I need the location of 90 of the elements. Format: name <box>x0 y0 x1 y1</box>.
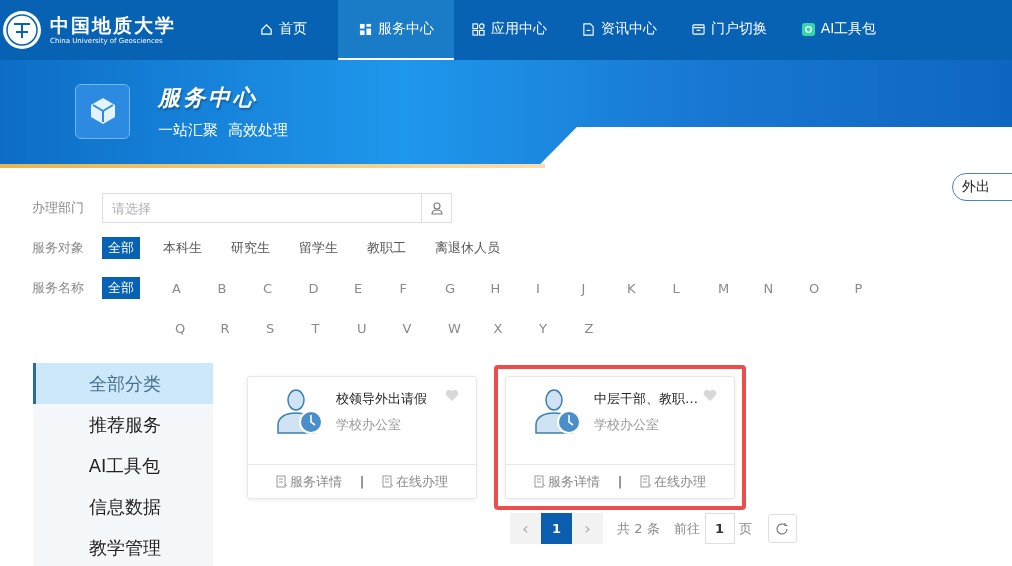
letter-option[interactable]: F <box>384 277 430 299</box>
refresh-button[interactable] <box>767 514 797 543</box>
nav-tab[interactable]: 首页 <box>228 0 338 60</box>
letter-option[interactable]: U <box>342 317 388 339</box>
letter-option[interactable]: D <box>293 277 339 299</box>
audience-option[interactable]: 研究生 <box>225 237 276 259</box>
letter-option[interactable]: H <box>475 277 521 299</box>
prev-page-button[interactable]: ‹ <box>510 513 541 544</box>
goto-label: 前往 <box>673 519 700 538</box>
ai-icon <box>801 22 815 36</box>
audience-option[interactable]: 离退休人员 <box>429 237 506 259</box>
letter-option[interactable]: K <box>612 277 658 299</box>
total-count: 共 2 条 <box>617 519 660 538</box>
service-title: 校领导外出请假 <box>336 390 427 408</box>
card-action-link[interactable]: 服务详情 <box>275 472 342 491</box>
letter-option[interactable]: B <box>202 277 248 299</box>
nav-tab[interactable]: 服务中心 <box>338 0 454 60</box>
window-icon <box>691 22 705 36</box>
service-card[interactable]: 校领导外出请假 学校办公室 服务详情 | 在线办理 <box>247 376 477 499</box>
letter-option[interactable]: G <box>430 277 476 299</box>
heart-icon[interactable] <box>703 389 717 402</box>
letter-option[interactable]: M <box>703 277 749 299</box>
letter-option[interactable]: W <box>433 317 479 339</box>
letter-option[interactable]: V <box>387 317 433 339</box>
grid-icon <box>358 22 372 36</box>
category-item[interactable]: 信息数据 <box>33 486 213 527</box>
document-icon <box>275 475 288 488</box>
letter-option[interactable]: S <box>251 317 297 339</box>
department-input[interactable]: 请选择 <box>102 193 422 223</box>
letter-option[interactable]: Y <box>524 317 570 339</box>
person-clock-icon <box>276 389 324 435</box>
page-number[interactable]: 1 <box>541 513 572 544</box>
letter-option[interactable]: N <box>748 277 794 299</box>
category-item[interactable]: 教学管理 <box>33 527 213 566</box>
service-title: 中层干部、教职… <box>594 390 698 408</box>
nav-tab[interactable]: 应用中心 <box>454 0 564 60</box>
letter-option[interactable]: L <box>657 277 703 299</box>
document-icon <box>640 475 652 488</box>
letter-option[interactable]: E <box>339 277 385 299</box>
document-icon <box>581 22 595 36</box>
letter-option[interactable]: X <box>478 317 524 339</box>
letter-option[interactable]: R <box>205 317 251 339</box>
next-page-button[interactable]: › <box>572 513 603 544</box>
letter-option[interactable]: J <box>566 277 612 299</box>
letter-option[interactable]: Q <box>160 317 206 339</box>
cube-icon <box>75 83 130 139</box>
card-action-link[interactable]: 服务详情 <box>533 472 600 491</box>
nav-tab[interactable]: AI工具包 <box>784 0 894 60</box>
letter-option[interactable]: P <box>839 277 885 299</box>
person-clock-icon <box>534 389 582 435</box>
document-icon <box>382 475 394 488</box>
person-picker-button[interactable] <box>422 193 452 223</box>
service-department: 学校办公室 <box>594 416 660 434</box>
page-input[interactable]: 1 <box>704 513 735 544</box>
document-icon <box>533 475 546 488</box>
search-field[interactable]: 外出 <box>952 173 1012 201</box>
card-action-link[interactable]: 在线办理 <box>382 472 448 491</box>
letter-option[interactable]: C <box>248 277 294 299</box>
university-name: 中国地质大学 <box>50 14 176 36</box>
service-card[interactable]: 中层干部、教职… 学校办公室 服务详情 | 在线办理 <box>505 376 735 499</box>
category-item[interactable]: AI工具包 <box>33 445 213 486</box>
nav-tab[interactable]: 门户切换 <box>674 0 784 60</box>
letter-option[interactable]: 全部 <box>102 277 140 299</box>
banner-title: 服务中心 <box>158 83 259 112</box>
separator: | <box>359 474 364 489</box>
audience-option[interactable]: 本科生 <box>157 237 208 259</box>
filter-label: 服务名称 <box>32 279 85 297</box>
service-department: 学校办公室 <box>336 416 402 434</box>
letter-option[interactable]: T <box>296 317 342 339</box>
nav-tab[interactable]: 资讯中心 <box>564 0 674 60</box>
home-icon <box>259 22 273 36</box>
audience-option[interactable]: 全部 <box>102 237 140 259</box>
letter-option[interactable]: Z <box>569 317 615 339</box>
filter-label: 服务对象 <box>32 239 85 257</box>
person-icon <box>430 201 443 215</box>
refresh-icon <box>775 521 790 536</box>
letter-option[interactable]: O <box>794 277 840 299</box>
heart-icon[interactable] <box>445 389 459 402</box>
separator: | <box>617 474 622 489</box>
audience-option[interactable]: 留学生 <box>293 237 344 259</box>
audience-option[interactable]: 教职工 <box>361 237 412 259</box>
page-unit: 页 <box>738 519 752 538</box>
category-item[interactable]: 全部分类 <box>33 363 213 404</box>
apps-icon <box>471 22 485 36</box>
card-action-link[interactable]: 在线办理 <box>640 472 706 491</box>
category-item[interactable]: 推荐服务 <box>33 404 213 445</box>
letter-option[interactable]: A <box>157 277 203 299</box>
banner-subtitle: 一站汇聚 高效处理 <box>158 120 288 140</box>
letter-option[interactable]: I <box>521 277 567 299</box>
filter-label: 办理部门 <box>32 199 85 217</box>
